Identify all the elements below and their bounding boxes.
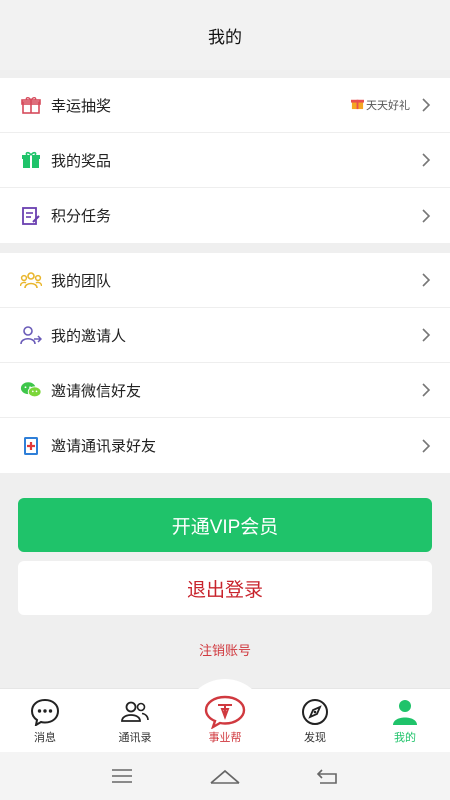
menu-item-label: 我的团队 <box>51 271 112 290</box>
menu-item-label: 邀请通讯录好友 <box>51 437 157 455</box>
menu-group-rewards: 幸运抽奖 天天好礼 我的奖品 积分任务 <box>0 78 450 243</box>
menu-item-points-tasks[interactable]: 积分任务 <box>0 188 450 243</box>
system-nav-bar <box>0 752 450 800</box>
menu-item-label: 我的奖品 <box>51 151 112 170</box>
tab-messages[interactable]: 消息 <box>0 689 90 752</box>
wechat-icon <box>20 379 42 401</box>
chevron-right-icon <box>420 272 432 288</box>
tab-label: 消息 <box>34 731 56 744</box>
chevron-right-icon <box>420 438 432 454</box>
tab-contacts[interactable]: 通讯录 <box>90 689 180 752</box>
chevron-right-icon <box>420 382 432 398</box>
chevron-right-icon <box>420 327 432 343</box>
chevron-right-icon <box>420 97 432 113</box>
inviter-icon <box>20 324 42 346</box>
tab-label: 发现 <box>304 731 326 744</box>
menu-item-my-prizes[interactable]: 我的奖品 <box>0 133 450 188</box>
home-icon[interactable] <box>205 761 245 791</box>
team-icon <box>20 269 42 291</box>
menu-item-my-team[interactable]: 我的团队 <box>0 253 450 308</box>
prize-gift-icon <box>20 149 42 171</box>
menu-item-invite-contacts[interactable]: 邀请通讯录好友 <box>0 418 450 473</box>
menu-item-label: 邀请微信好友 <box>51 381 142 400</box>
tab-profile[interactable]: 我的 <box>360 689 450 752</box>
mini-gift-icon <box>351 97 364 113</box>
menu-item-lucky-draw[interactable]: 幸运抽奖 天天好礼 <box>0 78 450 133</box>
menu-item-label: 幸运抽奖 <box>51 96 112 115</box>
message-icon <box>30 697 60 727</box>
chevron-right-icon <box>420 152 432 168</box>
profile-icon <box>391 697 419 727</box>
open-vip-button[interactable]: 开通VIP会员 <box>18 498 432 552</box>
contacts-icon <box>120 697 150 727</box>
back-icon[interactable] <box>308 761 348 791</box>
tab-label: 通讯录 <box>118 731 152 744</box>
menu-item-invite-wechat[interactable]: 邀请微信好友 <box>0 363 450 418</box>
daily-gift-badge: 天天好礼 <box>351 97 410 113</box>
menu-icon[interactable] <box>102 761 142 791</box>
tab-discover[interactable]: 发现 <box>270 689 360 752</box>
menu-group-invites: 我的团队 我的邀请人 邀请微信好友 邀请通讯录好友 <box>0 253 450 473</box>
career-icon <box>204 695 246 729</box>
cancel-account-link[interactable]: 注销账号 <box>0 640 450 659</box>
bottom-tab-bar: 消息 通讯录 事业帮 发现 我的 <box>0 679 450 761</box>
chevron-right-icon <box>420 208 432 224</box>
menu-item-label: 我的邀请人 <box>51 326 127 345</box>
tab-label: 事业帮 <box>208 731 242 744</box>
contacts-book-icon <box>20 435 42 457</box>
page-title: 我的 <box>208 27 242 48</box>
task-edit-icon <box>20 205 42 227</box>
logout-button[interactable]: 退出登录 <box>18 561 432 615</box>
tab-career[interactable]: 事业帮 <box>180 679 270 761</box>
compass-icon <box>301 697 329 727</box>
tab-label: 我的 <box>394 731 416 744</box>
menu-item-my-inviter[interactable]: 我的邀请人 <box>0 308 450 363</box>
menu-item-label: 积分任务 <box>51 207 112 225</box>
top-header: 我的 <box>0 0 450 70</box>
gift-box-icon <box>20 94 42 116</box>
daily-gift-text: 天天好礼 <box>366 99 410 112</box>
